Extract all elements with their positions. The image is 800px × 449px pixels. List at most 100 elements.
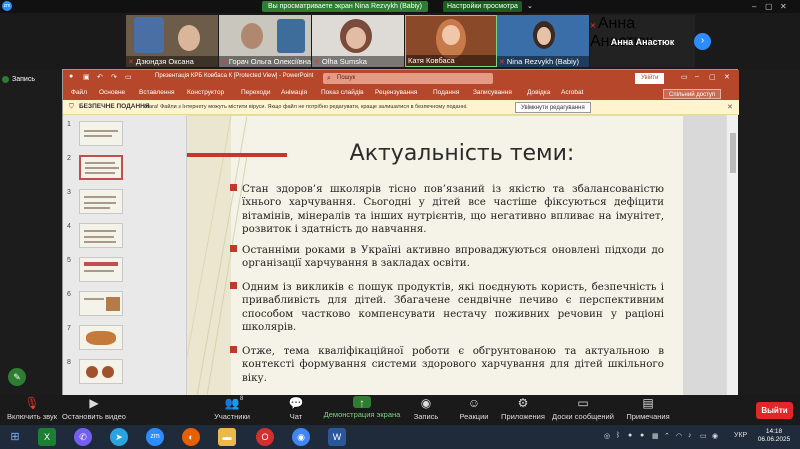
vertical-scrollbar[interactable] bbox=[726, 115, 738, 396]
slide-thumbnail[interactable] bbox=[79, 325, 123, 350]
zoom-taskbar-icon[interactable]: zm bbox=[146, 428, 164, 446]
enable-editing-button[interactable]: Увімкнути редагування bbox=[515, 102, 591, 113]
slide-thumbnail[interactable] bbox=[79, 121, 123, 146]
opera-icon[interactable]: O bbox=[256, 428, 274, 446]
recording-label: Запись bbox=[12, 76, 35, 83]
undo-icon[interactable]: ↶ bbox=[97, 73, 103, 81]
participants-icon: 👥 bbox=[224, 396, 240, 410]
share-screen-label: Демонстрация экрана bbox=[323, 410, 401, 419]
tray-app-icon[interactable]: ● bbox=[640, 432, 644, 439]
viber-icon[interactable]: ✆ bbox=[74, 428, 92, 446]
slide-thumbnail[interactable] bbox=[79, 223, 123, 248]
tab-record[interactable]: Записування bbox=[473, 89, 512, 96]
participant-tile[interactable]: ✕ Горач Ольга Олексіївна bbox=[219, 15, 311, 67]
bullet-text: Стан здоров’я школярів тісно пов’язаний … bbox=[242, 183, 664, 235]
view-settings-button[interactable]: Настройки просмотра bbox=[443, 1, 522, 12]
thumb-number: 8 bbox=[67, 359, 71, 366]
bullet-square-icon bbox=[230, 346, 237, 353]
scroll-thumb[interactable] bbox=[730, 133, 736, 173]
chrome-icon[interactable]: ◉ bbox=[292, 428, 310, 446]
tray-app-icon[interactable]: ◎ bbox=[604, 432, 610, 440]
keyboard-language[interactable]: УКР bbox=[734, 432, 747, 439]
whiteboards-button[interactable]: ▭ Доски сообщений bbox=[550, 396, 616, 421]
slide-bullet: Одним із викликів є пошук продуктів, які… bbox=[230, 281, 664, 334]
file-explorer-icon[interactable]: ▬ bbox=[218, 428, 236, 446]
slide-thumbnail[interactable] bbox=[79, 291, 123, 316]
tab-slideshow[interactable]: Показ слайдів bbox=[321, 89, 364, 96]
ppt-title: Презентація КРБ Ковбаса К [Protected Vie… bbox=[155, 73, 314, 79]
mic-muted-icon: ✕ bbox=[221, 59, 227, 66]
zoom-tray-icon[interactable]: ◉ bbox=[712, 432, 718, 440]
taskbar-clock[interactable]: 14:18 06.06.2025 bbox=[752, 428, 796, 444]
ribbon-display-icon[interactable]: ▭ bbox=[681, 73, 688, 81]
slide-thumbnail[interactable] bbox=[79, 359, 123, 384]
tab-help[interactable]: Довідка bbox=[527, 89, 550, 96]
telegram-icon[interactable]: ➤ bbox=[110, 428, 128, 446]
participant-tile[interactable]: ✕ Дзюндзя Оксана bbox=[126, 15, 218, 67]
participant-tile[interactable]: ✕ Olha Sumska bbox=[312, 15, 404, 67]
participant-tile-active[interactable]: Катя Ковбаса bbox=[405, 15, 497, 67]
participant-tile[interactable]: ✕ Nina Rezvykh (Babiy) bbox=[497, 15, 589, 67]
tab-transitions[interactable]: Переходи bbox=[241, 89, 270, 96]
slideshow-icon[interactable]: ▭ bbox=[125, 73, 132, 81]
slide-title: Актуальність теми: bbox=[349, 141, 575, 166]
tray-app-icon[interactable]: ▦ bbox=[652, 432, 659, 440]
protected-view-bar: ⛉ БЕЗПЕЧНЕ ПОДАННЯ Увага! Файли з Інтерн… bbox=[63, 100, 739, 115]
slide-thumbnail[interactable] bbox=[79, 189, 123, 214]
annotate-pen-icon[interactable]: ✎ bbox=[8, 368, 26, 386]
current-slide[interactable]: Актуальність теми: Стан здоров’я школярі… bbox=[187, 116, 683, 396]
windows-start-icon[interactable]: ⊞ bbox=[6, 428, 24, 446]
recording-indicator[interactable]: Запись bbox=[2, 74, 62, 86]
save-icon[interactable]: ▣ bbox=[83, 73, 90, 81]
unmute-button[interactable]: 🎙 Включить звук bbox=[4, 396, 60, 421]
close-icon[interactable]: ✕ bbox=[727, 103, 733, 111]
word-icon[interactable]: W bbox=[328, 428, 346, 446]
tab-view[interactable]: Подання bbox=[433, 89, 459, 96]
maximize-icon[interactable]: ▢ bbox=[709, 73, 716, 81]
tab-home[interactable]: Основне bbox=[99, 89, 125, 96]
wifi-icon[interactable]: ◠ bbox=[676, 432, 682, 440]
apps-button[interactable]: ⚙ Приложения bbox=[500, 396, 546, 421]
close-icon[interactable]: ✕ bbox=[780, 1, 787, 12]
next-participants-button[interactable]: › bbox=[694, 33, 711, 50]
participant-tile[interactable]: Анна Анастюк ✕ Анна Анастюк bbox=[590, 15, 695, 67]
slide-thumbnail[interactable] bbox=[79, 257, 123, 282]
signin-button[interactable]: Увійти bbox=[635, 73, 665, 84]
close-icon[interactable]: ✕ bbox=[724, 73, 730, 81]
chevron-down-icon[interactable]: ⌄ bbox=[527, 1, 533, 12]
battery-icon[interactable]: ▭ bbox=[700, 432, 707, 440]
excel-icon[interactable]: X bbox=[38, 428, 56, 446]
tab-insert[interactable]: Вставлення bbox=[139, 89, 175, 96]
minimize-icon[interactable]: – bbox=[752, 1, 756, 12]
reactions-button[interactable]: ☺ Реакции bbox=[456, 396, 492, 421]
share-access-button[interactable]: Спільний доступ bbox=[663, 89, 722, 99]
tab-file[interactable]: Файл bbox=[71, 89, 87, 96]
record-button[interactable]: ◉ Запись bbox=[410, 396, 442, 421]
stop-video-button[interactable]: ▶ Остановить видео bbox=[62, 396, 126, 421]
chevron-up-icon[interactable]: ⌃ bbox=[664, 432, 670, 440]
leave-meeting-button[interactable]: Выйти bbox=[756, 402, 793, 419]
participants-button[interactable]: 👥 8 Участники bbox=[210, 396, 254, 421]
tab-design[interactable]: Конструктор bbox=[187, 89, 224, 96]
slide-bullet: Отже, тема кваліфікаційної роботи є обгр… bbox=[230, 345, 664, 385]
notes-button[interactable]: ▤ Примечания bbox=[622, 396, 674, 421]
tab-animations[interactable]: Анімація bbox=[281, 89, 307, 96]
autosave-icon[interactable]: ● bbox=[69, 73, 73, 80]
minimize-icon[interactable]: – bbox=[695, 73, 699, 80]
tab-review[interactable]: Рецензування bbox=[375, 89, 417, 96]
redo-icon[interactable]: ↷ bbox=[111, 73, 117, 81]
volume-icon[interactable]: ♪ bbox=[688, 432, 692, 439]
bullet-text: Одним із викликів є пошук продуктів, які… bbox=[242, 281, 664, 333]
firefox-icon[interactable]: ◐ bbox=[182, 428, 200, 446]
chat-button[interactable]: 💬 Чат bbox=[282, 396, 310, 421]
share-screen-button[interactable]: ↑ Демонстрация экрана bbox=[322, 396, 402, 419]
maximize-icon[interactable]: ▢ bbox=[765, 1, 773, 12]
ppt-search-box[interactable]: ⌕ Пошук bbox=[323, 73, 493, 84]
clock-time: 14:18 bbox=[765, 428, 783, 435]
tray-app-icon[interactable]: ● bbox=[628, 432, 632, 439]
slide-thumbnail-selected[interactable] bbox=[79, 155, 123, 180]
bluetooth-icon[interactable]: ᛒ bbox=[616, 432, 620, 439]
ribbon-tabs: Файл Основне Вставлення Конструктор Пере… bbox=[63, 87, 739, 100]
apps-grid-icon: ⚙ bbox=[517, 396, 529, 410]
tab-acrobat[interactable]: Acrobat bbox=[561, 89, 583, 96]
